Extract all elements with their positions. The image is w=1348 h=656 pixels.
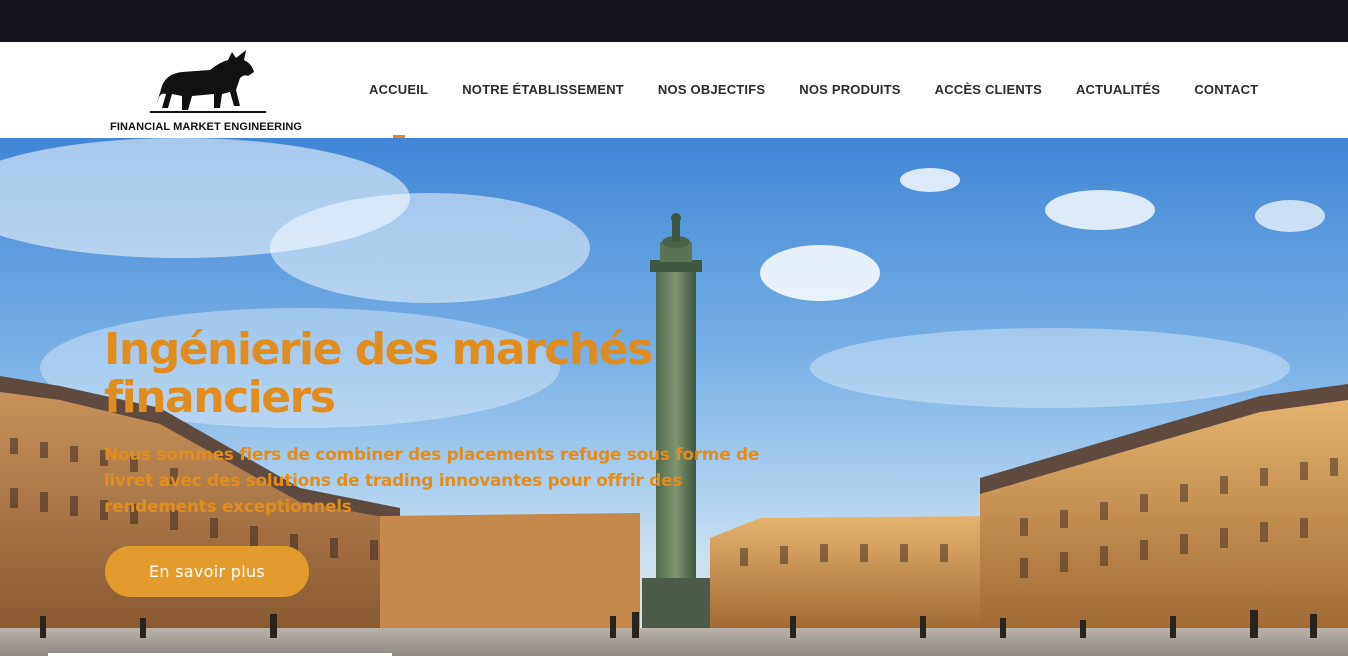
logo[interactable]: FINANCIAL MARKET ENGINEERING: [108, 42, 306, 136]
nav-item-accueil[interactable]: ACCUEIL: [352, 42, 445, 138]
nav-item-acces-clients[interactable]: ACCÈS CLIENTS: [918, 42, 1059, 138]
hero-text: Nous sommes fiers de combiner des placem…: [104, 445, 760, 517]
nav-item-nos-produits[interactable]: NOS PRODUITS: [782, 42, 917, 138]
bull-icon: [150, 50, 266, 113]
main-nav: ACCUEIL NOTRE ÉTABLISSEMENT NOS OBJECTIF…: [352, 42, 1275, 138]
nav-item-nos-objectifs[interactable]: NOS OBJECTIFS: [641, 42, 782, 138]
learn-more-button[interactable]: En savoir plus: [105, 546, 309, 597]
nav-item-contact[interactable]: CONTACT: [1177, 42, 1275, 138]
site-header: FINANCIAL MARKET ENGINEERING ACCUEIL NOT…: [0, 42, 1348, 138]
hero-section: Ingénierie des marchés financiers Nous s…: [0, 138, 1348, 656]
nav-item-actualites[interactable]: ACTUALITÉS: [1059, 42, 1177, 138]
logo-text: FINANCIAL MARKET ENGINEERING: [110, 121, 303, 133]
hero-title: Ingénierie des marchés financiers: [104, 324, 653, 423]
top-bar: [0, 0, 1348, 42]
nav-item-notre-etablissement[interactable]: NOTRE ÉTABLISSEMENT: [445, 42, 641, 138]
